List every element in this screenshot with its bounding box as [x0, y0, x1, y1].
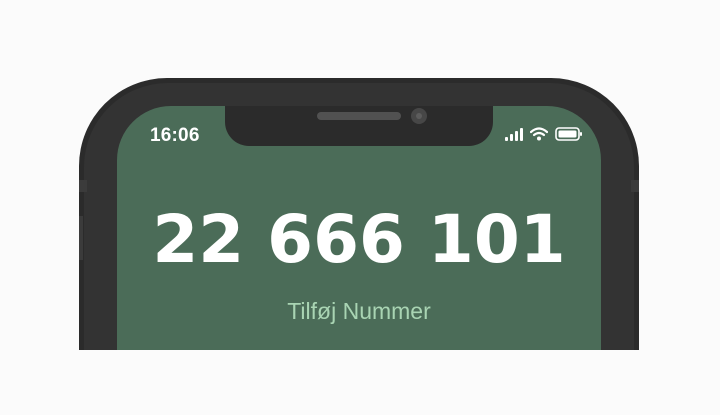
- add-number-link[interactable]: Tilføj Nummer: [117, 300, 601, 323]
- status-bar-time: 16:06: [150, 125, 200, 146]
- phone-frame: 16:06 22 666 101 Tilføj Nummer: [79, 78, 639, 350]
- side-button-left-volume: [79, 216, 83, 260]
- phone-number: 22 666 101: [152, 201, 566, 278]
- front-camera-icon: [411, 108, 427, 124]
- side-button-right: [631, 180, 639, 192]
- side-button-left: [79, 180, 87, 192]
- cellular-signal-icon: [505, 128, 523, 141]
- phone-notch: [225, 106, 493, 146]
- status-bar-icons: [505, 127, 583, 141]
- wifi-icon: [530, 127, 548, 141]
- battery-icon: [555, 127, 582, 141]
- earpiece-speaker: [317, 112, 401, 120]
- phone-screen: 16:06 22 666 101 Tilføj Nummer: [117, 106, 601, 350]
